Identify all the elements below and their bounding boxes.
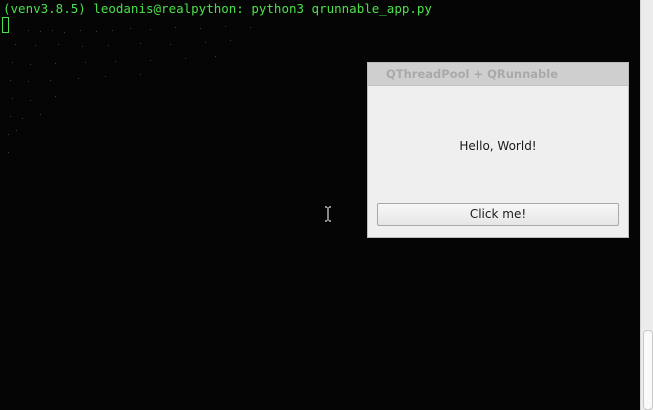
text-cursor-icon	[325, 206, 331, 222]
terminal-scrollbar[interactable]	[640, 0, 653, 410]
terminal-artifact-dots	[8, 26, 251, 153]
scrollbar-thumb[interactable]	[643, 330, 653, 410]
qt-window-title: QThreadPool + QRunnable	[368, 63, 628, 86]
click-me-button[interactable]: Click me!	[377, 203, 619, 226]
qt-app-window[interactable]: QThreadPool + QRunnable Hello, World! Cl…	[367, 62, 629, 238]
terminal-prompt-line: (venv3.8.5) leodanis@realpython: python3…	[3, 1, 432, 16]
hello-label: Hello, World!	[459, 139, 537, 153]
